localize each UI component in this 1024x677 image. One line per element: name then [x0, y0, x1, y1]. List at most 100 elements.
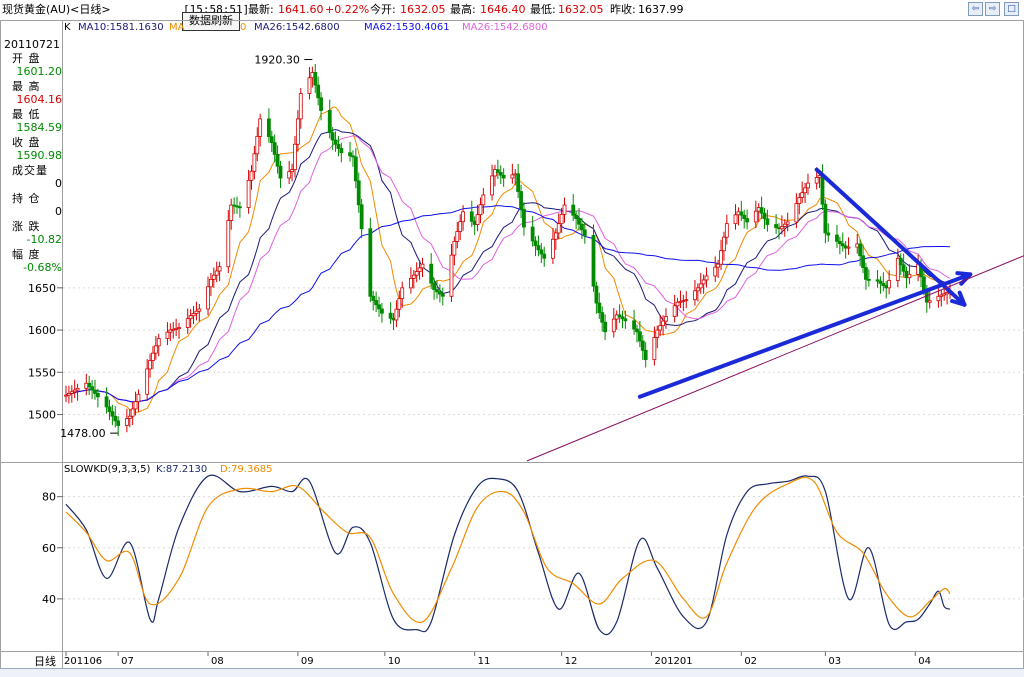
candle-body [551, 238, 555, 259]
info-high-label: 最 高 [12, 80, 41, 93]
candle-body [417, 267, 422, 272]
candle-body [846, 246, 851, 249]
candle-body [704, 275, 709, 281]
candle-body [574, 214, 579, 219]
candle-body [110, 411, 115, 417]
candle [124, 408, 129, 433]
candle-body [449, 254, 454, 297]
axis-labels: 1500 1550 1600 1650 40 60 80 201106 07 08 09 10 11 12… [28, 54, 931, 667]
candle-body [90, 386, 94, 391]
timeframe-label: 日线 [34, 655, 56, 668]
x-tick-label: 07 [121, 656, 134, 667]
candle-body [368, 228, 373, 297]
candle-body [745, 218, 750, 223]
candle [895, 248, 900, 288]
ma10-legend: MA10:1581.1630 [78, 22, 164, 33]
info-low: 1584.59 [16, 121, 63, 134]
candle [414, 262, 419, 283]
candle-body [336, 143, 341, 149]
candle-body [478, 204, 483, 216]
candle-body [469, 211, 474, 222]
candle-body [116, 420, 121, 426]
candle-body [643, 349, 648, 361]
candle [66, 385, 71, 404]
x-tick-label: 201106 [64, 656, 102, 667]
candle [191, 306, 196, 325]
candle-body [420, 263, 425, 269]
candle-body [774, 224, 778, 229]
candle-body [559, 213, 564, 225]
candle [409, 267, 413, 294]
candle-body [498, 172, 503, 176]
candle-body [655, 329, 660, 338]
candle-body [249, 170, 254, 181]
candle-body [785, 221, 790, 225]
x-tick-label: 11 [478, 656, 491, 667]
candle-body [490, 175, 494, 196]
candle-body [611, 318, 616, 333]
candle-body [759, 207, 764, 214]
candle-body [339, 148, 344, 154]
candle-body [635, 328, 639, 333]
candle-body [458, 221, 463, 232]
candle-body [481, 194, 486, 206]
candle [377, 296, 381, 317]
candle-body [664, 316, 668, 322]
candle-body [553, 232, 558, 240]
candle [307, 66, 312, 100]
candle-body [414, 271, 419, 276]
candle-body [153, 345, 158, 354]
ma-legend: K MA10:1581.1630 MA 0 MA26:1542.6800 MA6… [64, 22, 548, 33]
candle-body [936, 295, 941, 302]
moving-average-lines [65, 106, 951, 413]
candle-body [797, 197, 802, 204]
candle-body [820, 175, 825, 205]
candle [165, 322, 170, 346]
candle-body [652, 337, 657, 361]
kd-legend-name: SLOWKD(9,3,3,5) [64, 464, 151, 475]
candle-body [640, 340, 645, 351]
candle-body [603, 321, 607, 333]
candle-body [623, 318, 628, 322]
candle-body [716, 263, 721, 268]
candle-body [374, 300, 379, 306]
candle-body [185, 318, 190, 328]
candle-body [287, 171, 292, 179]
candle-body [510, 174, 515, 179]
candle-body [713, 266, 718, 277]
candle-body [742, 214, 747, 219]
x-tick-label: 03 [828, 656, 841, 667]
candle-body [600, 312, 605, 323]
candle-body [275, 153, 280, 167]
candle [704, 267, 709, 288]
candle [823, 199, 828, 244]
candle-body [556, 223, 561, 234]
candle-body [495, 169, 500, 173]
candle [693, 280, 697, 306]
candle-body [722, 236, 726, 252]
chart-window: 现货黄金(AU)<日线> [15:58:51] 最新: 1641.60 +0.2… [0, 0, 1024, 677]
candle-body [371, 295, 376, 301]
x-tick-label: 04 [918, 656, 931, 667]
candle-body [197, 308, 202, 312]
candle-body [719, 250, 723, 265]
candle [684, 291, 689, 309]
candle-body [359, 204, 364, 230]
candle-body [533, 240, 538, 247]
candle-body [255, 135, 260, 155]
x-tick-label: 09 [301, 656, 314, 667]
candle-body [594, 285, 599, 304]
candle-body [536, 245, 541, 251]
long-support-line [526, 255, 1024, 462]
candle [936, 286, 941, 308]
candle-body [562, 204, 567, 215]
candle-body [136, 393, 141, 402]
candle-body [298, 93, 303, 120]
candle-body [104, 396, 109, 408]
candle-body [571, 204, 576, 216]
candle [617, 304, 622, 323]
candle-body [530, 226, 535, 242]
chart-border [0, 20, 1024, 668]
bar-info-panel: 20110721 开 盘 1601.20 最 高 1604.16 最 低 158… [0, 20, 64, 274]
candle [336, 135, 341, 157]
